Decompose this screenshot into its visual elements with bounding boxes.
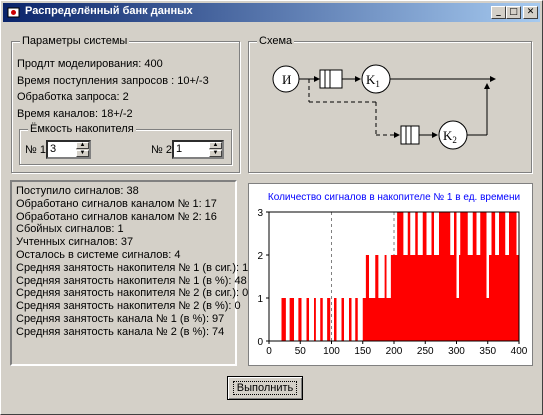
params-group-title: Параметры системы [20,35,130,47]
y-tick-label: 3 [257,208,263,219]
stat-line: Средняя занятость канала № 1 (в %): 97 [16,313,225,325]
stat-line: Средняя занятость накопителя № 2 (в %): … [16,300,241,313]
stat-line: Средняя занятость канала № 2 (в %): 74 [16,325,225,338]
storage1-value[interactable]: 3 [50,143,56,155]
data-bar [415,212,418,341]
x-tick-label: 200 [386,346,403,357]
data-bar [327,298,331,341]
data-bar [407,212,411,341]
x-tick-label: 250 [417,346,434,357]
queue1 [319,69,343,89]
params-group: Параметры системы Продлт моделирования: … [11,35,240,173]
close-button[interactable]: ✕ [523,6,538,19]
y-tick-label: 0 [257,337,263,348]
storage2-down-icon[interactable]: ▼ [209,150,222,157]
data-bar [341,298,344,341]
stat-line: Сбойных сигналов: 1 [16,223,124,236]
data-bar [306,298,309,341]
stat-line: Обработано сигналов каналом № 2: 16 [16,210,217,223]
stats-panel: Поступило сигналов: 38 Обработано сигнало… [10,180,264,366]
data-bar [439,212,451,341]
param-processing: Обработка запроса: 2 [17,91,129,103]
data-bar [281,298,286,341]
stat-line: Обработано сигналов каналом № 1: 17 [16,197,217,210]
storage2-value[interactable]: 1 [176,143,182,155]
y-tick-label: 2 [257,251,263,262]
data-bar [355,298,358,341]
storage2-label: № 2 [151,144,172,156]
x-tick-label: 100 [323,346,340,357]
scheme-group: Схема И K1 K2 [248,35,532,173]
data-gap [495,212,498,255]
storage1-label: № 1 [25,144,46,156]
x-tick-label: 150 [354,346,371,357]
data-bar [298,298,302,341]
chart-panel: Количество сигналов в накопителе № 1 в е… [248,183,533,366]
app-icon [7,7,20,18]
storage-group-title: Ёмкость накопителя [28,123,136,135]
data-bar [397,212,404,341]
run-button[interactable]: Выполнить [227,376,303,400]
data-bar [320,298,323,341]
data-gap [419,212,422,255]
data-bar [349,298,352,341]
title-bar[interactable]: Распределённый банк данных _ □ ✕ [3,3,540,22]
data-bar [472,212,477,341]
data-bar [491,212,496,341]
stat-line: Средняя занятость накопителя № 1 (в сиг.… [16,261,264,274]
queue2 [400,125,420,145]
x-tick-label: 0 [266,346,272,357]
run-button-label: Выполнить [232,381,298,395]
stat-line: Учтенных сигналов: 37 [16,236,134,249]
data-bar [509,212,517,341]
data-bar [422,212,427,341]
maximize-button[interactable]: □ [506,6,521,19]
storage2-up-icon[interactable]: ▲ [209,142,222,149]
data-bar [314,298,316,341]
x-tick-label: 300 [448,346,465,357]
data-bar [431,212,434,341]
data-bar [289,298,294,341]
stat-line: Осталось в системе сигналов: 4 [16,249,181,261]
storage1-spinner[interactable]: 3 ▲ ▼ [46,140,91,159]
window-title: Распределённый банк данных [25,5,193,17]
storage2-spinner[interactable]: 1 ▲ ▼ [172,140,224,159]
param-arrival: Время поступления запросов : 10+/-3 [17,75,209,87]
x-tick-label: 350 [479,346,496,357]
data-gap [456,212,459,298]
data-bar [499,212,506,341]
storage2-arrows: ▲ ▼ [209,142,222,157]
data-gap [467,212,471,255]
minimize-button[interactable]: _ [491,6,506,19]
storage-chart: Количество сигналов в накопителе № 1 в е… [257,192,528,357]
data-bar [454,212,457,341]
data-bar [334,298,337,341]
param-channels: Время каналов: 18+/-2 [17,108,133,120]
storage1-arrows: ▲ ▼ [76,142,89,157]
source-node-label: И [282,72,291,87]
storage1-down-icon[interactable]: ▼ [76,150,89,157]
main-window: Распределённый банк данных _ □ ✕ Парамет… [0,0,543,415]
data-bar [384,255,387,341]
x-tick-label: 50 [295,346,307,357]
stat-line: Поступило сигналов: 38 [16,185,139,197]
data-bar [375,255,379,341]
chart-title: Количество сигналов в накопителе № 1 в е… [268,192,520,203]
data-gap [486,212,489,298]
storage-group: Ёмкость накопителя № 1 3 ▲ ▼ № 2 1 ▲ ▼ [19,123,232,165]
x-tick-label: 400 [511,346,528,357]
stat-line: Средняя занятость накопителя № 1 (в %): … [16,274,247,287]
stat-line: Средняя занятость накопителя № 2 (в сиг.… [16,287,264,300]
data-bar [460,212,469,341]
y-tick-label: 1 [257,294,263,305]
scheme-diagram: И K1 K2 [272,64,496,150]
storage1-up-icon[interactable]: ▲ [76,142,89,149]
data-bar [365,255,369,341]
param-duration: Продлт моделирования: 400 [17,58,163,70]
